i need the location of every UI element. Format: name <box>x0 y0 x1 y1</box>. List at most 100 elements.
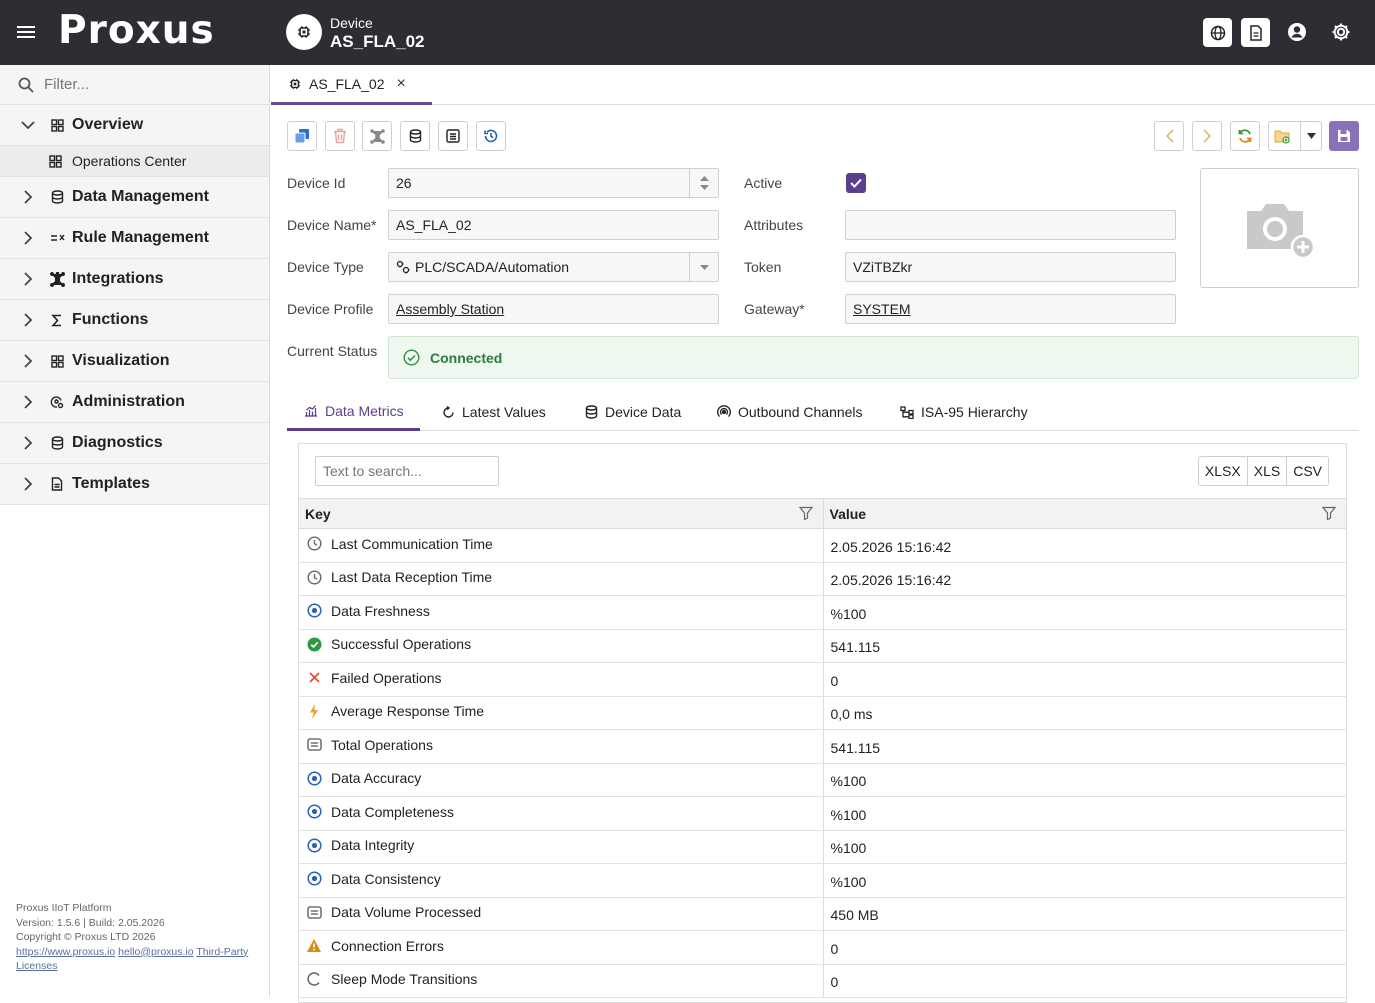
close-icon[interactable]: × <box>397 75 406 93</box>
gateway-link[interactable]: SYSTEM <box>853 301 911 317</box>
key-cell: Data Accuracy <box>299 763 823 797</box>
export-xls-button[interactable]: XLS <box>1246 457 1287 485</box>
network-icon <box>49 271 65 287</box>
key-cell: Sleep Mode Transitions <box>299 964 823 998</box>
status-badge: Connected <box>388 336 1359 379</box>
sidebar-item-templates[interactable]: Templates <box>0 464 269 505</box>
sidebar-filter <box>0 65 269 105</box>
network-button[interactable] <box>362 121 392 151</box>
device-name-field[interactable]: AS_FLA_02 <box>388 210 719 240</box>
quantity-stepper[interactable] <box>689 169 718 197</box>
table-row[interactable]: Failed Operations 0 <box>299 662 1346 697</box>
tab-device-data[interactable]: Device Data <box>585 393 681 431</box>
export-csv-button[interactable]: CSV <box>1286 457 1328 485</box>
device-type-select[interactable]: PLC/SCADA/Automation <box>388 252 719 282</box>
gateway-field[interactable]: SYSTEM <box>845 294 1176 324</box>
refresh-button[interactable] <box>1230 121 1260 151</box>
save-icon <box>1337 129 1351 143</box>
new-record-dropdown[interactable] <box>1268 121 1322 151</box>
table-row[interactable]: Data Accuracy %100 <box>299 763 1346 797</box>
token-value: VZiTBZkr <box>853 259 913 275</box>
device-profile-link[interactable]: Assembly Station <box>396 301 504 317</box>
hamburger-menu-icon[interactable] <box>15 22 37 42</box>
footer-mail-link[interactable]: hello@proxus.io <box>118 946 193 958</box>
token-field[interactable]: VZiTBZkr <box>845 252 1176 282</box>
user-account-icon[interactable] <box>1285 20 1309 44</box>
duplicate-button[interactable] <box>287 121 317 151</box>
attributes-field[interactable] <box>845 210 1176 240</box>
filter-icon[interactable] <box>798 506 813 520</box>
sidebar-item-functions[interactable]: Functions <box>0 300 269 341</box>
sidebar-item-data-management[interactable]: Data Management <box>0 177 269 218</box>
add-photo-icon <box>1243 197 1317 259</box>
sidebar: Overview Operations Center Data Manageme… <box>0 65 270 997</box>
sidebar-item-visualization[interactable]: Visualization <box>0 341 269 382</box>
key-text: Last Communication Time <box>331 535 493 552</box>
language-button[interactable] <box>1203 18 1232 47</box>
key-text: Connection Errors <box>331 937 444 954</box>
device-chip-icon <box>286 14 322 50</box>
caret-down-icon <box>1300 122 1316 150</box>
database-button[interactable] <box>400 121 430 151</box>
chart-icon <box>304 404 318 417</box>
chevron-left-icon <box>1165 129 1174 143</box>
table-row[interactable]: Sleep Mode Transitions 0 <box>299 964 1346 998</box>
document-icon <box>1249 24 1263 41</box>
chevron-down-icon[interactable] <box>689 253 718 281</box>
sidebar-filter-input[interactable] <box>44 76 244 93</box>
document-tab-bar: AS_FLA_02 × <box>271 65 1375 105</box>
tab-outbound-channels[interactable]: Outbound Channels <box>717 393 863 431</box>
table-row[interactable]: Data Freshness %100 <box>299 595 1346 630</box>
sidebar-item-label: Diagnostics <box>72 434 163 451</box>
table-row[interactable]: Last Data Reception Time 2.05.2026 15:16:… <box>299 562 1346 596</box>
history-button[interactable] <box>476 121 506 151</box>
save-button[interactable] <box>1329 121 1359 151</box>
chevron-right-icon <box>20 477 36 491</box>
sidebar-item-diagnostics[interactable]: Diagnostics <box>0 423 269 464</box>
sidebar-item-rule-management[interactable]: Rule Management <box>0 218 269 259</box>
table-row[interactable]: Average Response Time 0,0 ms <box>299 696 1346 730</box>
sidebar-item-operations-center[interactable]: Operations Center <box>0 146 269 177</box>
table-row[interactable]: Data Volume Processed 450 MB <box>299 897 1346 931</box>
filter-icon[interactable] <box>1322 506 1336 520</box>
chip-icon <box>289 78 301 90</box>
tab-data-metrics[interactable]: Data Metrics <box>287 393 420 431</box>
table-row[interactable]: Last Communication Time 2.05.2026 15:16:4… <box>299 528 1346 563</box>
sidebar-item-administration[interactable]: Administration <box>0 382 269 423</box>
tab-device[interactable]: AS_FLA_02 × <box>271 65 432 105</box>
copy-icon <box>294 128 310 144</box>
sidebar-item-integrations[interactable]: Integrations <box>0 259 269 300</box>
table-row[interactable]: Data Integrity %100 <box>299 830 1346 864</box>
export-button-group: XLSX XLS CSV <box>1197 456 1329 486</box>
value-cell: 0 <box>822 964 1346 998</box>
active-checkbox[interactable] <box>846 173 866 193</box>
table-row[interactable]: Data Completeness %100 <box>299 796 1346 831</box>
column-header-key[interactable]: Key <box>299 498 823 529</box>
table-row[interactable]: Data Consistency %100 <box>299 863 1346 898</box>
grid-icon <box>49 353 65 369</box>
tab-latest-values[interactable]: Latest Values <box>442 393 546 431</box>
documentation-button[interactable] <box>1241 18 1270 47</box>
grid-search-input[interactable] <box>315 456 499 486</box>
table-row[interactable]: Total Operations 541.115 <box>299 729 1346 764</box>
column-header-value[interactable]: Value <box>822 498 1346 529</box>
device-image-upload[interactable] <box>1200 168 1359 288</box>
target-icon <box>306 603 322 619</box>
next-record-button[interactable] <box>1192 121 1222 151</box>
value-text: %100 <box>830 873 867 890</box>
settings-gear-icon[interactable] <box>1329 20 1353 44</box>
device-profile-field[interactable]: Assembly Station <box>388 294 719 324</box>
footer-site-link[interactable]: https://www.proxus.io <box>16 946 115 958</box>
export-xlsx-button[interactable]: XLSX <box>1198 457 1247 485</box>
footer-copyright: Copyright © Proxus LTD 2026 <box>16 931 156 943</box>
chevron-right-icon <box>20 231 36 245</box>
tab-isa-95-hierarchy[interactable]: ISA-95 Hierarchy <box>900 393 1028 431</box>
sidebar-item-overview[interactable]: Overview <box>0 105 269 146</box>
delete-button[interactable] <box>325 121 355 151</box>
log-button[interactable] <box>438 121 468 151</box>
table-row[interactable]: Successful Operations 541.115 <box>299 629 1346 663</box>
key-text: Successful Operations <box>331 636 472 653</box>
device-id-field[interactable]: 26 <box>388 168 719 198</box>
table-row[interactable]: Connection Errors 0 <box>299 930 1346 965</box>
previous-record-button[interactable] <box>1154 121 1184 151</box>
